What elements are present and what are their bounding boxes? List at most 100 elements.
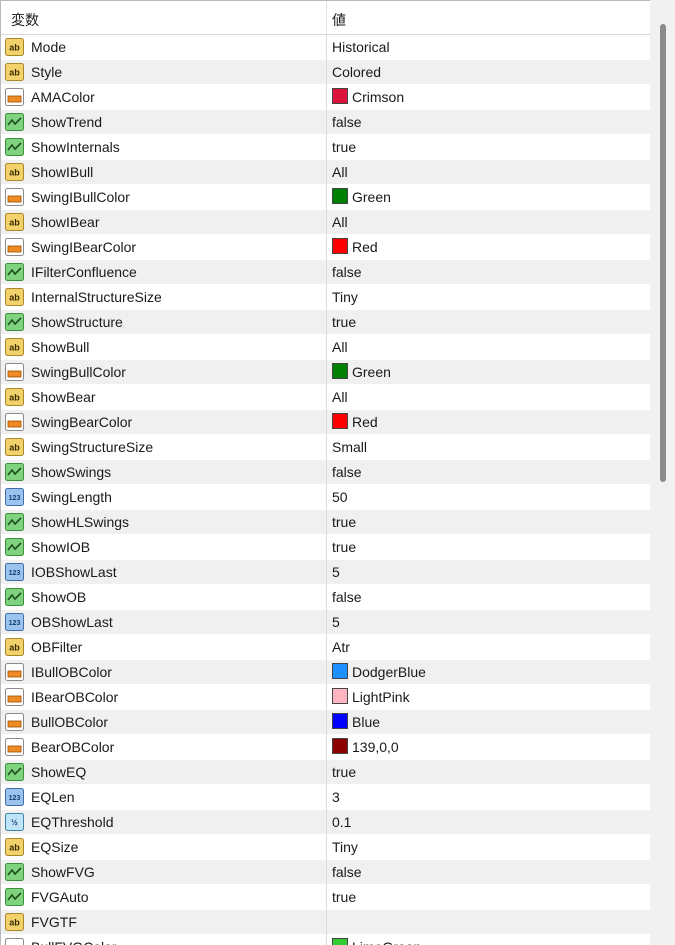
parameter-name-cell[interactable]: ½ EQThreshold: [1, 810, 326, 834]
parameter-name-cell[interactable]: ab SwingStructureSize: [1, 435, 326, 459]
parameter-row-style[interactable]: ab Style Colored: [1, 60, 651, 85]
parameter-name-cell[interactable]: IBullOBColor: [1, 660, 326, 684]
parameter-name-cell[interactable]: ab InternalStructureSize: [1, 285, 326, 309]
color-swatch[interactable]: [332, 738, 348, 754]
header-column-divider[interactable]: [326, 1, 327, 34]
parameter-value-cell[interactable]: true: [327, 310, 651, 334]
parameter-row-fvgauto[interactable]: FVGAuto true: [1, 885, 651, 910]
parameter-value-cell[interactable]: 5: [327, 610, 651, 634]
parameter-value-cell[interactable]: Green: [327, 360, 651, 384]
parameter-name-cell[interactable]: ShowHLSwings: [1, 510, 326, 534]
parameter-row-swinglength[interactable]: 123 SwingLength 50: [1, 485, 651, 510]
parameter-value-cell[interactable]: LightPink: [327, 685, 651, 709]
parameter-value-cell[interactable]: [327, 910, 651, 934]
parameter-name-cell[interactable]: ab OBFilter: [1, 635, 326, 659]
parameter-row-swingibullcolor[interactable]: SwingIBullColor Green: [1, 185, 651, 210]
parameter-name-cell[interactable]: 123 EQLen: [1, 785, 326, 809]
parameter-value-cell[interactable]: All: [327, 385, 651, 409]
parameter-value-cell[interactable]: false: [327, 585, 651, 609]
parameter-name-cell[interactable]: ab Style: [1, 60, 326, 84]
parameter-row-showibear[interactable]: ab ShowIBear All: [1, 210, 651, 235]
color-swatch[interactable]: [332, 188, 348, 204]
parameter-value-cell[interactable]: true: [327, 885, 651, 909]
color-swatch[interactable]: [332, 713, 348, 729]
parameter-value-cell[interactable]: Blue: [327, 710, 651, 734]
parameter-name-cell[interactable]: ShowTrend: [1, 110, 326, 134]
parameter-row-fvgtf[interactable]: ab FVGTF: [1, 910, 651, 935]
parameter-value-cell[interactable]: All: [327, 210, 651, 234]
parameter-row-obfilter[interactable]: ab OBFilter Atr: [1, 635, 651, 660]
parameter-name-cell[interactable]: 123 SwingLength: [1, 485, 326, 509]
parameter-name-cell[interactable]: ShowEQ: [1, 760, 326, 784]
parameter-name-cell[interactable]: ab ShowIBear: [1, 210, 326, 234]
parameter-row-ifilterconfluence[interactable]: IFilterConfluence false: [1, 260, 651, 285]
parameter-row-swingibearcolor[interactable]: SwingIBearColor Red: [1, 235, 651, 260]
color-swatch[interactable]: [332, 938, 348, 945]
parameter-name-cell[interactable]: BullOBColor: [1, 710, 326, 734]
header-variable-label[interactable]: 変数: [11, 10, 39, 30]
header-value-label[interactable]: 値: [332, 10, 346, 30]
parameter-name-cell[interactable]: IFilterConfluence: [1, 260, 326, 284]
parameter-row-obshowlast[interactable]: 123 OBShowLast 5: [1, 610, 651, 635]
color-swatch[interactable]: [332, 663, 348, 679]
parameter-value-cell[interactable]: false: [327, 460, 651, 484]
parameter-value-cell[interactable]: 5: [327, 560, 651, 584]
parameter-row-bearobcolor[interactable]: BearOBColor 139,0,0: [1, 735, 651, 760]
parameter-name-cell[interactable]: ab Mode: [1, 35, 326, 59]
parameter-value-cell[interactable]: Red: [327, 410, 651, 434]
parameter-value-cell[interactable]: Red: [327, 235, 651, 259]
parameter-name-cell[interactable]: ab EQSize: [1, 835, 326, 859]
parameter-name-cell[interactable]: ab ShowBull: [1, 335, 326, 359]
parameter-name-cell[interactable]: SwingIBullColor: [1, 185, 326, 209]
parameter-name-cell[interactable]: BearOBColor: [1, 735, 326, 759]
parameter-name-cell[interactable]: BullFVGColor: [1, 935, 326, 945]
parameter-row-showbear[interactable]: ab ShowBear All: [1, 385, 651, 410]
parameter-row-swingbearcolor[interactable]: SwingBearColor Red: [1, 410, 651, 435]
parameter-row-showbull[interactable]: ab ShowBull All: [1, 335, 651, 360]
parameter-row-showstructure[interactable]: ShowStructure true: [1, 310, 651, 335]
parameter-row-mode[interactable]: ab Mode Historical: [1, 35, 651, 60]
parameter-value-cell[interactable]: Green: [327, 185, 651, 209]
parameter-row-showfvg[interactable]: ShowFVG false: [1, 860, 651, 885]
parameter-row-swingstructuresize[interactable]: ab SwingStructureSize Small: [1, 435, 651, 460]
parameter-value-cell[interactable]: All: [327, 160, 651, 184]
parameter-value-cell[interactable]: true: [327, 535, 651, 559]
parameter-name-cell[interactable]: ShowSwings: [1, 460, 326, 484]
parameter-name-cell[interactable]: 123 IOBShowLast: [1, 560, 326, 584]
parameter-name-cell[interactable]: ab ShowBear: [1, 385, 326, 409]
parameter-row-amacolor[interactable]: AMAColor Crimson: [1, 85, 651, 110]
parameter-value-cell[interactable]: All: [327, 335, 651, 359]
parameter-name-cell[interactable]: ShowFVG: [1, 860, 326, 884]
parameter-value-cell[interactable]: false: [327, 110, 651, 134]
scrollbar-thumb[interactable]: [660, 24, 666, 482]
parameter-value-cell[interactable]: 50: [327, 485, 651, 509]
parameter-row-showeq[interactable]: ShowEQ true: [1, 760, 651, 785]
parameter-name-cell[interactable]: ShowOB: [1, 585, 326, 609]
parameter-name-cell[interactable]: FVGAuto: [1, 885, 326, 909]
parameter-row-ibullobcolor[interactable]: IBullOBColor DodgerBlue: [1, 660, 651, 685]
parameter-value-cell[interactable]: true: [327, 510, 651, 534]
parameter-row-eqthreshold[interactable]: ½ EQThreshold 0.1: [1, 810, 651, 835]
parameter-name-cell[interactable]: SwingBearColor: [1, 410, 326, 434]
parameter-row-showibull[interactable]: ab ShowIBull All: [1, 160, 651, 185]
parameter-row-eqlen[interactable]: 123 EQLen 3: [1, 785, 651, 810]
parameter-value-cell[interactable]: Atr: [327, 635, 651, 659]
parameter-value-cell[interactable]: Colored: [327, 60, 651, 84]
color-swatch[interactable]: [332, 413, 348, 429]
parameter-name-cell[interactable]: ShowIOB: [1, 535, 326, 559]
parameter-name-cell[interactable]: ab ShowIBull: [1, 160, 326, 184]
parameter-name-cell[interactable]: AMAColor: [1, 85, 326, 109]
vertical-scrollbar[interactable]: [650, 0, 675, 945]
parameter-row-showtrend[interactable]: ShowTrend false: [1, 110, 651, 135]
parameter-name-cell[interactable]: SwingBullColor: [1, 360, 326, 384]
color-swatch[interactable]: [332, 363, 348, 379]
color-swatch[interactable]: [332, 238, 348, 254]
parameter-value-cell[interactable]: false: [327, 860, 651, 884]
parameter-row-iobshowlast[interactable]: 123 IOBShowLast 5: [1, 560, 651, 585]
parameter-row-showhlswings[interactable]: ShowHLSwings true: [1, 510, 651, 535]
parameter-value-cell[interactable]: Historical: [327, 35, 651, 59]
parameter-name-cell[interactable]: ab FVGTF: [1, 910, 326, 934]
parameter-row-bullobcolor[interactable]: BullOBColor Blue: [1, 710, 651, 735]
parameter-value-cell[interactable]: Crimson: [327, 85, 651, 109]
parameter-value-cell[interactable]: true: [327, 760, 651, 784]
